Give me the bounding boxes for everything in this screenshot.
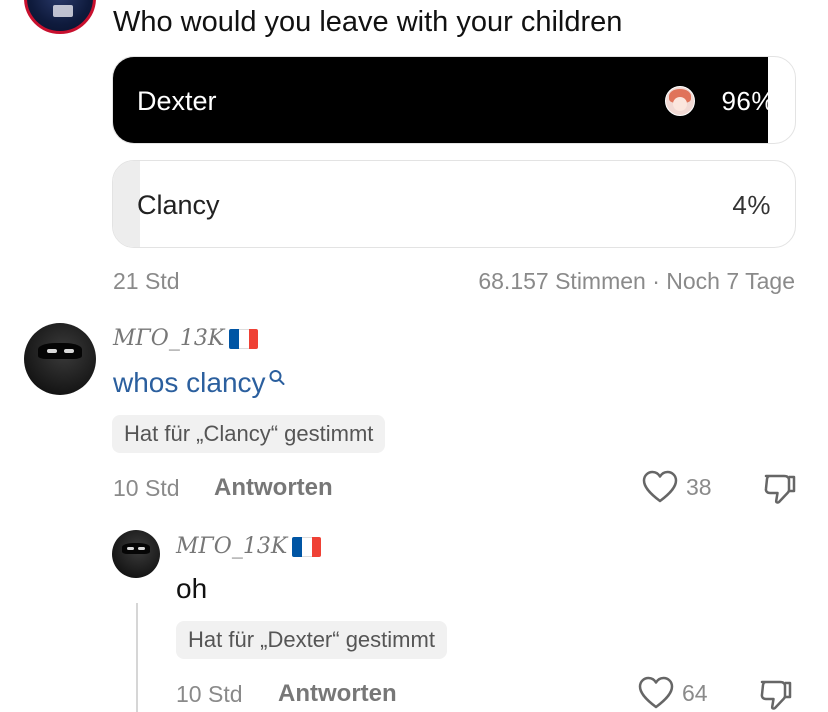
voter-avatar [665, 86, 695, 116]
comment-time: 10 Std [113, 475, 180, 501]
username-text: MΓO_13K [113, 326, 225, 351]
commenter-avatar[interactable] [112, 530, 160, 578]
comment-username[interactable]: MΓO_13K [113, 326, 259, 351]
comment-text: whos clancy [113, 367, 266, 398]
comment-time: 10 Std [176, 681, 243, 707]
vote-badge: Hat für „Clancy“ gestimmt [112, 415, 386, 453]
like-button[interactable]: 64 [638, 676, 708, 710]
comment-text: oh [176, 573, 208, 604]
heart-icon [642, 470, 678, 503]
poll-option-percent: 96% [721, 86, 775, 116]
poll-question: Who would you leave with your children [113, 6, 623, 38]
poll-author-avatar[interactable] [24, 0, 96, 34]
reply-button[interactable]: Antworten [278, 680, 397, 708]
search-icon [269, 370, 285, 385]
poll-vote-count: 68.157 Stimmen · Noch 7 Tage [478, 268, 795, 294]
like-count: 38 [686, 473, 712, 500]
like-count: 64 [682, 679, 708, 706]
dislike-button[interactable] [762, 470, 798, 511]
commenter-avatar[interactable] [24, 323, 96, 395]
reply-thread-line [136, 603, 138, 712]
poll-option-percent: 4% [732, 190, 771, 220]
comment-username[interactable]: MΓO_13K [176, 534, 322, 559]
france-flag-icon [292, 536, 322, 557]
like-button[interactable]: 38 [642, 470, 712, 504]
dislike-button[interactable] [758, 676, 794, 712]
france-flag-icon [229, 328, 259, 349]
poll-option-dexter[interactable]: Dexter 96% [112, 56, 796, 144]
vote-badge: Hat für „Dexter“ gestimmt [176, 621, 447, 659]
username-text: MΓO_13K [176, 534, 288, 559]
poll-option-label: Dexter [137, 86, 217, 116]
comment-text-search-link[interactable]: whos clancy [113, 367, 286, 399]
poll-screen: Who would you leave with your children D… [0, 0, 828, 712]
poll-posted-time: 21 Std [113, 268, 180, 294]
heart-icon [638, 676, 674, 709]
poll-option-label: Clancy [137, 190, 220, 220]
poll-option-clancy[interactable]: Clancy 4% [112, 160, 796, 248]
thumbs-down-icon [760, 680, 792, 710]
thumbs-down-icon [764, 474, 796, 504]
reply-button[interactable]: Antworten [214, 474, 333, 502]
